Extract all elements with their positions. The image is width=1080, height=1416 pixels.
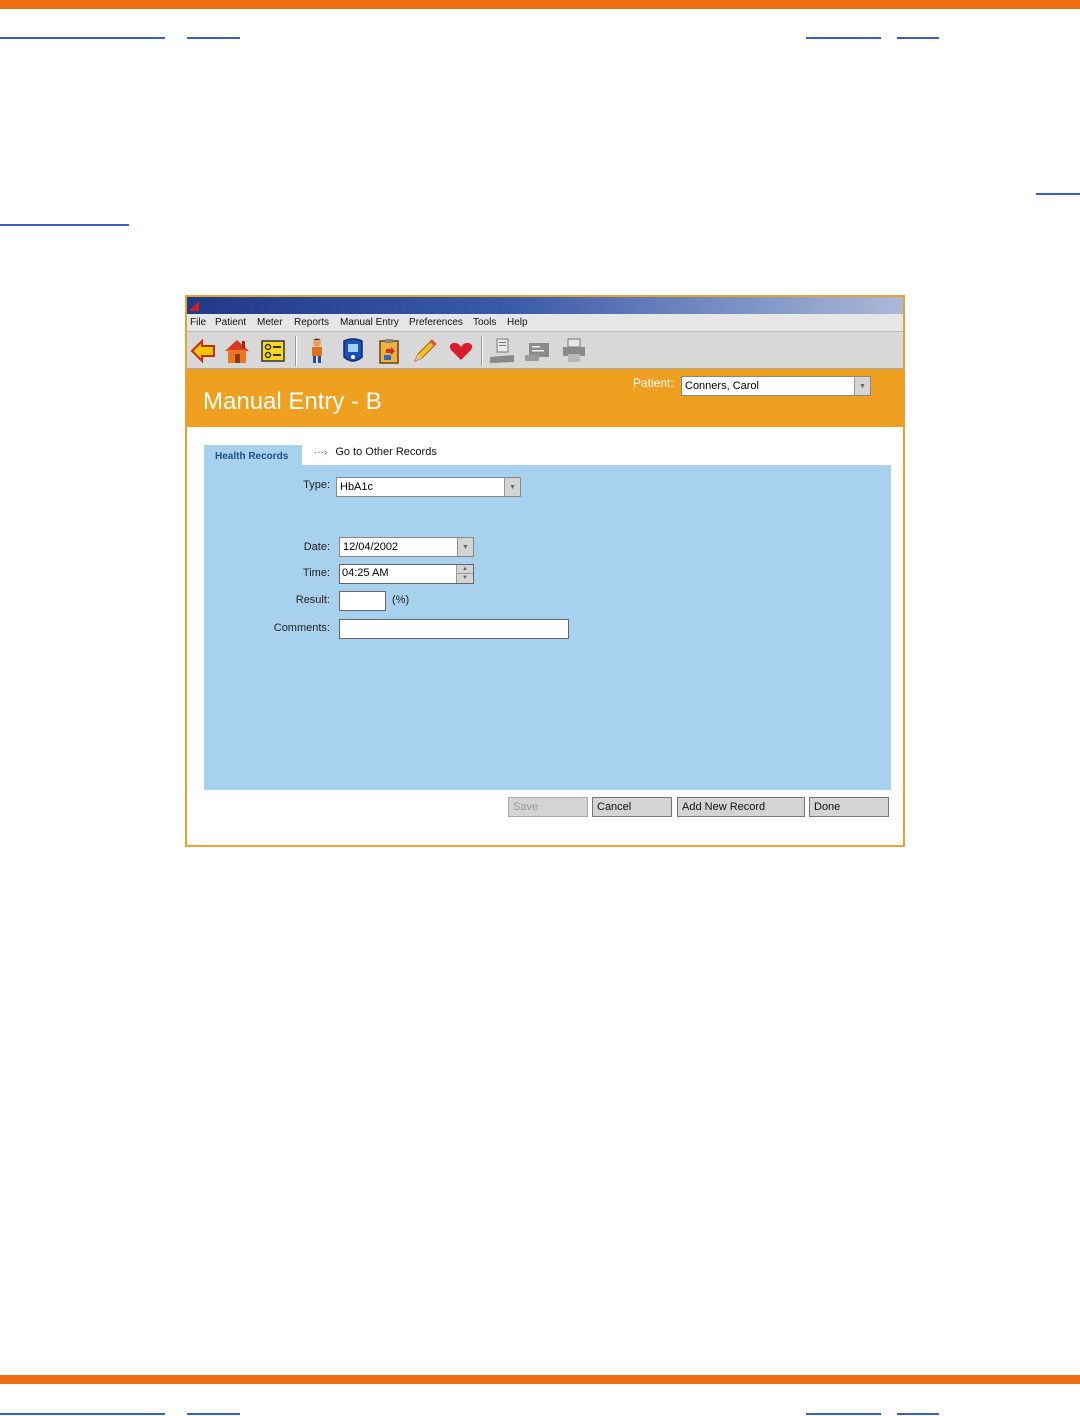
home-icon[interactable] xyxy=(223,337,251,365)
header-nav-link[interactable] xyxy=(897,37,939,39)
patient-label: Patient: xyxy=(633,376,674,390)
inline-link[interactable] xyxy=(0,224,129,226)
page-title: Manual Entry - B xyxy=(203,388,382,415)
result-label: Result: xyxy=(295,594,330,606)
page-header: Manual Entry - B Patient: Conners, Carol… xyxy=(187,369,903,427)
inline-link[interactable] xyxy=(1036,193,1080,195)
type-select[interactable]: HbA1c ▼ xyxy=(336,477,521,497)
menu-bar: File Patient Meter Reports Manual Entry … xyxy=(187,314,903,331)
pencil-icon[interactable] xyxy=(411,337,439,365)
add-new-record-button-label: Add New Record xyxy=(682,801,766,813)
clipboard-icon[interactable] xyxy=(375,337,403,365)
menu-file[interactable]: File xyxy=(190,317,206,328)
bottom-accent-bar xyxy=(0,1375,1080,1384)
dotted-arrow-icon: ···› xyxy=(314,447,328,458)
comments-input[interactable] xyxy=(339,619,569,639)
header-nav-link[interactable] xyxy=(806,37,881,39)
other-records-label: Go to Other Records xyxy=(335,446,437,458)
menu-meter[interactable]: Meter xyxy=(257,317,283,328)
menu-reports[interactable]: Reports xyxy=(294,317,329,328)
time-value: 04:25 AM xyxy=(342,567,389,579)
top-accent-bar xyxy=(0,0,1080,9)
toolbar-separator xyxy=(481,336,483,366)
cancel-button[interactable]: Cancel xyxy=(592,797,672,817)
window-titlebar xyxy=(187,297,903,314)
menu-tools[interactable]: Tools xyxy=(473,317,496,328)
result-input[interactable] xyxy=(339,591,386,611)
add-new-record-button[interactable]: Add New Record xyxy=(677,797,805,817)
menu-patient[interactable]: Patient xyxy=(215,317,246,328)
chevron-down-icon[interactable]: ▼ xyxy=(457,574,473,583)
result-unit: (%) xyxy=(392,594,410,606)
chevron-up-icon[interactable]: ▲ xyxy=(457,565,473,574)
footer-nav-link[interactable] xyxy=(806,1413,881,1415)
type-label: Type: xyxy=(303,479,330,491)
chevron-down-icon[interactable]: ▼ xyxy=(504,478,520,496)
app-window: File Patient Meter Reports Manual Entry … xyxy=(185,295,905,847)
chevron-down-icon[interactable]: ▼ xyxy=(854,377,870,395)
time-stepper[interactable]: 04:25 AM ▲ ▼ xyxy=(339,564,474,584)
date-picker[interactable]: 12/04/2002 ▼ xyxy=(339,537,474,557)
done-button-label: Done xyxy=(814,801,841,813)
app-logo-icon xyxy=(189,301,199,311)
checklist-icon[interactable] xyxy=(259,337,287,365)
menu-preferences[interactable]: Preferences xyxy=(409,317,463,328)
tab-health-records[interactable]: Health Records xyxy=(204,445,302,465)
time-label: Time: xyxy=(302,567,330,579)
toolbar-separator xyxy=(295,336,297,366)
header-nav-link[interactable] xyxy=(187,37,240,39)
go-to-other-records-link[interactable]: ···› Go to Other Records xyxy=(314,446,437,458)
person-icon[interactable] xyxy=(303,337,331,365)
footer-nav-link[interactable] xyxy=(187,1413,240,1415)
date-label: Date: xyxy=(303,541,330,553)
tab-health-records-label: Health Records xyxy=(215,451,289,462)
patient-select[interactable]: Conners, Carol ▼ xyxy=(681,376,871,396)
patient-select-value: Conners, Carol xyxy=(685,380,759,392)
meter-icon[interactable] xyxy=(339,337,367,365)
heart-icon[interactable] xyxy=(447,337,475,365)
transfer-icon[interactable] xyxy=(524,337,552,365)
cancel-button-label: Cancel xyxy=(597,801,632,813)
save-button[interactable]: Save xyxy=(508,797,588,817)
menu-help[interactable]: Help xyxy=(507,317,528,328)
time-spin-buttons[interactable]: ▲ ▼ xyxy=(456,565,473,583)
menu-manual-entry[interactable]: Manual Entry xyxy=(340,317,399,328)
save-button-label: Save xyxy=(513,801,539,813)
chevron-down-icon[interactable]: ▼ xyxy=(457,538,473,556)
date-value: 12/04/2002 xyxy=(343,541,399,553)
footer-nav-link[interactable] xyxy=(0,1413,165,1415)
comments-label: Comments: xyxy=(273,622,330,634)
form-panel: Type: HbA1c ▼ Date: 12/04/2002 ▼ Time: 0… xyxy=(204,465,891,790)
type-select-value: HbA1c xyxy=(340,481,374,493)
printer-icon[interactable] xyxy=(560,337,588,365)
toolbar xyxy=(187,331,903,369)
back-arrow-icon[interactable] xyxy=(189,337,217,365)
download-icon[interactable] xyxy=(488,337,516,365)
footer-nav-link[interactable] xyxy=(897,1413,939,1415)
header-nav-link[interactable] xyxy=(0,37,165,39)
done-button[interactable]: Done xyxy=(809,797,889,817)
